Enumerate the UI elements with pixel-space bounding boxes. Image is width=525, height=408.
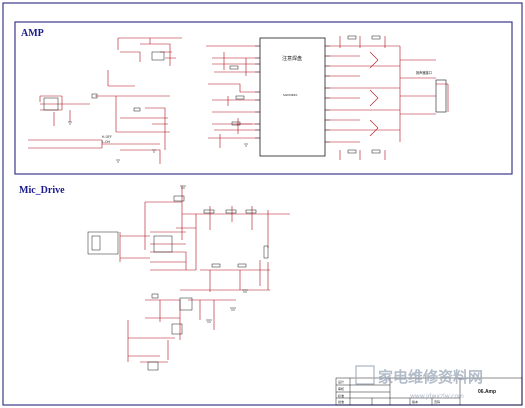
- amp-section-title: AMP: [21, 28, 44, 39]
- title-block-field-approver: 批准: [338, 399, 344, 404]
- amplifier-ic-part: SGM4810: [283, 93, 298, 97]
- amp-components: [43, 35, 381, 163]
- title-block-field-standard: 标准: [338, 393, 344, 398]
- amp-section-box: [14, 21, 513, 175]
- watermark: 家电维修资料网 www.jdwxzlw.com: [355, 365, 483, 400]
- title-block-field-designer: 设计: [338, 379, 344, 384]
- watermark-site-name: 家电维修资料网: [378, 368, 483, 386]
- amp-circuit: [28, 36, 449, 164]
- mic-drive-circuit: [119, 186, 290, 363]
- schematic-sheet: AMP Mic_Drive 注意焊盘 SGM4810 扬声器接口 H-OFF L…: [2, 2, 523, 406]
- title-block-field-reviewer: 审核: [338, 386, 344, 391]
- amplifier-ic-label: 注意焊盘: [282, 55, 302, 62]
- mic-drive-components: [87, 185, 269, 371]
- hoff-label: H-OFF: [102, 135, 112, 139]
- mic-drive-section-title: Mic_Drive: [19, 185, 65, 196]
- speaker-connector-label: 扬声器接口: [416, 70, 432, 75]
- speaker-connector: [435, 79, 447, 113]
- loh-label: L-OH: [102, 140, 110, 144]
- watermark-url: www.jdwxzlw.com: [410, 393, 464, 400]
- sheet-border: [2, 2, 523, 406]
- watermark-logo: [355, 365, 375, 385]
- sheet-name: 06.Amp: [478, 389, 496, 395]
